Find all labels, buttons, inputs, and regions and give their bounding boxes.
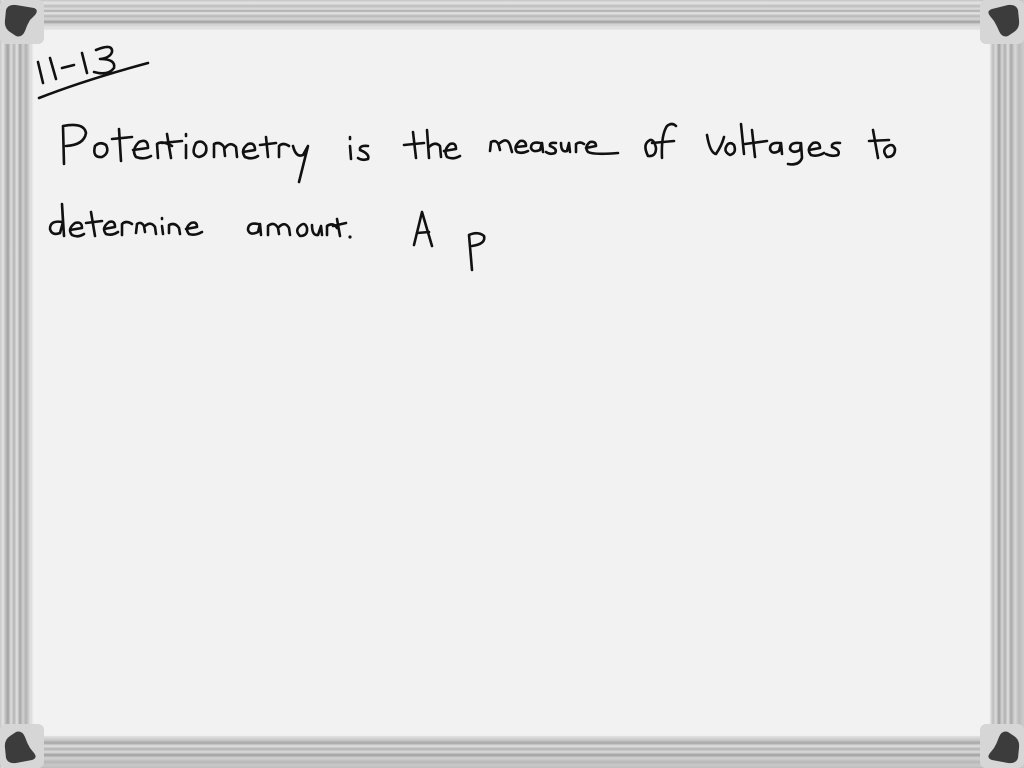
- heading-text: 11-13: [36, 40, 117, 73]
- handwritten-line-1: Potentiometry is the measure of voltages…: [62, 126, 723, 161]
- frame-bottom-rail: [0, 736, 1024, 768]
- handwritten-line-2: determine amount. A p: [46, 210, 394, 245]
- corner-cap-top-left-icon: [0, 0, 44, 44]
- frame-left-rail: [0, 0, 31, 768]
- frame-top-rail: [0, 0, 1024, 28]
- corner-cap-top-right-icon: [980, 0, 1024, 44]
- frame-right-rail: [990, 0, 1024, 768]
- corner-cap-bottom-left-icon: [0, 724, 44, 768]
- corner-cap-bottom-right-icon: [980, 724, 1024, 768]
